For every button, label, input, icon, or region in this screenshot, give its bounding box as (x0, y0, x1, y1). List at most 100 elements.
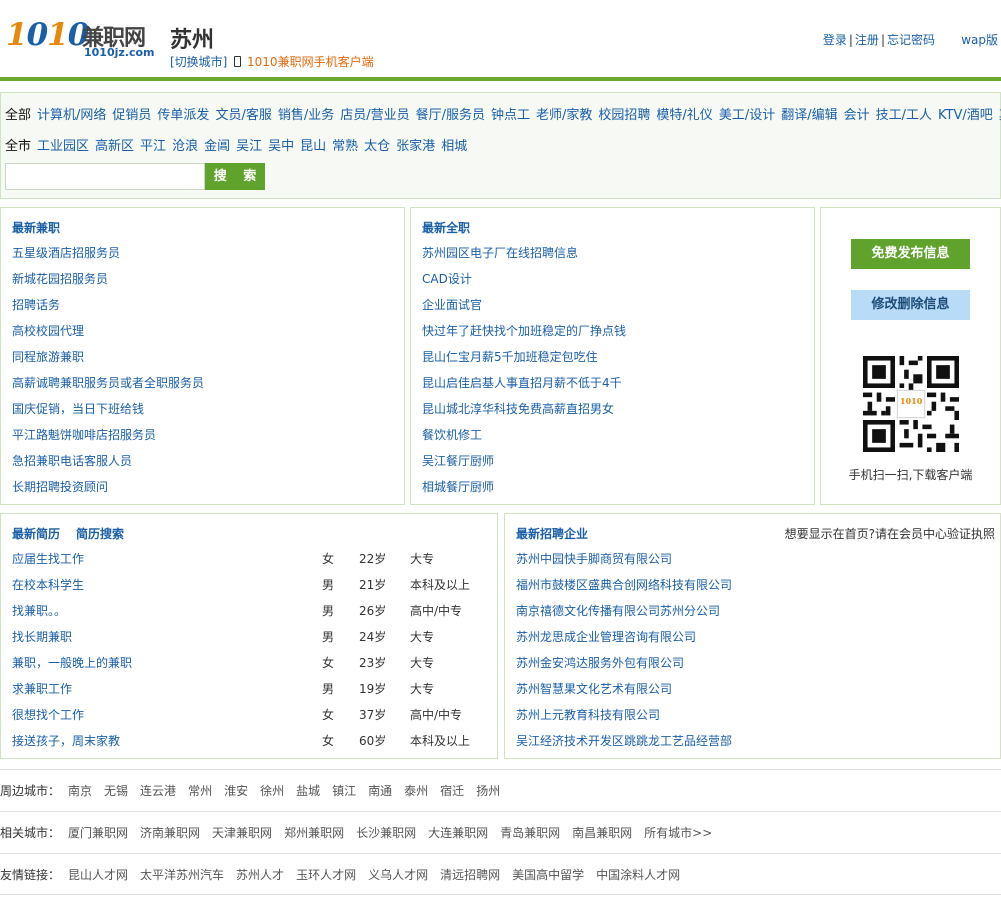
category-item[interactable]: 销售/业务 (278, 108, 334, 123)
area-item[interactable]: 工业园区 (37, 139, 89, 154)
category-item[interactable]: KTV/酒吧 (938, 108, 993, 123)
table-row[interactable]: 求兼职工作 男 19岁 大专 (12, 681, 492, 707)
friend-link[interactable]: 义乌人才网 (368, 868, 428, 882)
table-row[interactable]: 兼职，一般晚上的兼职 女 23岁 大专 (12, 655, 492, 681)
list-item[interactable]: 福州市鼓楼区盛典合创网络科技有限公司 (516, 577, 732, 603)
area-item[interactable]: 张家港 (396, 139, 435, 154)
category-item[interactable]: 促销员 (112, 108, 151, 123)
category-item[interactable]: 老师/家教 (536, 108, 592, 123)
nearby-city-link[interactable]: 南京 (68, 784, 92, 798)
latest-resumes-title[interactable]: 最新简历 (12, 525, 60, 542)
nearby-city-link[interactable]: 扬州 (476, 784, 500, 798)
resume-title[interactable]: 兼职，一般晚上的兼职 (12, 655, 132, 671)
friend-link[interactable]: 苏州人才 (236, 868, 284, 882)
friend-link[interactable]: 美国高中留学 (512, 868, 584, 882)
area-item[interactable]: 吴中 (268, 139, 294, 154)
table-row[interactable]: 接送孩子，周末家教 女 60岁 本科及以上 (12, 733, 492, 759)
area-item[interactable]: 昆山 (300, 139, 326, 154)
nearby-city-link[interactable]: 泰州 (404, 784, 428, 798)
table-row[interactable]: 应届生找工作 女 22岁 大专 (12, 551, 492, 577)
list-item[interactable]: 招聘话务 (12, 297, 204, 323)
list-item[interactable]: 南京禧德文化传播有限公司苏州分公司 (516, 603, 732, 629)
list-item[interactable]: 高薪诚聘兼职服务员或者全职服务员 (12, 375, 204, 401)
related-city-link[interactable]: 厦门兼职网 (68, 826, 128, 840)
latest-companies-title[interactable]: 最新招聘企业 (516, 525, 588, 542)
nearby-city-link[interactable]: 徐州 (260, 784, 284, 798)
list-item[interactable]: 苏州中园快手脚商贸有限公司 (516, 551, 732, 577)
category-item[interactable]: 钟点工 (491, 108, 530, 123)
nearby-city-link[interactable]: 宿迁 (440, 784, 464, 798)
nearby-city-link[interactable]: 连云港 (140, 784, 176, 798)
nearby-city-link[interactable]: 常州 (188, 784, 212, 798)
category-item[interactable]: 餐厅/服务员 (416, 108, 485, 123)
list-item[interactable]: 苏州园区电子厂在线招聘信息 (422, 245, 626, 271)
related-city-link[interactable]: 南昌兼职网 (572, 826, 632, 840)
search-button[interactable]: 搜 索 (205, 163, 265, 190)
list-item[interactable]: 长期招聘投资顾问 (12, 479, 204, 505)
related-city-link[interactable]: 郑州兼职网 (284, 826, 344, 840)
list-item[interactable]: 苏州智慧果文化艺术有限公司 (516, 681, 732, 707)
resume-title[interactable]: 找兼职。。 (12, 603, 66, 619)
area-item[interactable]: 高新区 (95, 139, 134, 154)
nearby-city-link[interactable]: 盐城 (296, 784, 320, 798)
friend-link[interactable]: 清远招聘网 (440, 868, 500, 882)
list-item[interactable]: 昆山城北淳华科技免费高薪直招男女 (422, 401, 626, 427)
table-row[interactable]: 在校本科学生 男 21岁 本科及以上 (12, 577, 492, 603)
area-item[interactable]: 全市 (5, 139, 31, 154)
resume-search-link[interactable]: 简历搜索 (76, 525, 124, 542)
area-item[interactable]: 相城 (441, 139, 467, 154)
category-item[interactable]: 技工/工人 (876, 108, 932, 123)
resume-title[interactable]: 找长期兼职 (12, 629, 72, 645)
all-cities-link[interactable]: 所有城市>> (644, 826, 712, 840)
category-item[interactable]: 文员/客服 (215, 108, 271, 123)
friend-link[interactable]: 太平洋苏州汽车 (140, 868, 224, 882)
area-item[interactable]: 太仓 (364, 139, 390, 154)
area-item[interactable]: 金阊 (204, 139, 230, 154)
resume-title[interactable]: 求兼职工作 (12, 681, 72, 697)
list-item[interactable]: 吴江经济技术开发区跳跳龙工艺品经营部 (516, 733, 732, 759)
category-item[interactable]: 传单派发 (157, 108, 209, 123)
resume-title[interactable]: 在校本科学生 (12, 577, 84, 593)
resume-title[interactable]: 很想找个工作 (12, 707, 84, 723)
related-city-link[interactable]: 济南兼职网 (140, 826, 200, 840)
friend-link[interactable]: 玉环人才网 (296, 868, 356, 882)
register-link[interactable]: 注册 (855, 33, 879, 47)
category-item[interactable]: 计算机/网络 (37, 108, 106, 123)
list-item[interactable]: 高校校园代理 (12, 323, 204, 349)
list-item[interactable]: 五星级酒店招服务员 (12, 245, 204, 271)
list-item[interactable]: 国庆促销，当日下班给钱 (12, 401, 204, 427)
forgot-password-link[interactable]: 忘记密码 (887, 33, 935, 47)
nearby-city-link[interactable]: 淮安 (224, 784, 248, 798)
category-item[interactable]: 美工/设计 (719, 108, 775, 123)
list-item[interactable]: 苏州龙思成企业管理咨询有限公司 (516, 629, 732, 655)
mobile-client-link[interactable]: 1010兼职网手机客户端 (247, 55, 374, 69)
latest-fulltime-title[interactable]: 最新全职 (422, 219, 470, 236)
area-item[interactable]: 吴江 (236, 139, 262, 154)
category-item[interactable]: 模特/礼仪 (656, 108, 712, 123)
category-item[interactable]: 校园招聘 (598, 108, 650, 123)
friend-link[interactable]: 中国涂料人才网 (596, 868, 680, 882)
list-item[interactable]: 急招兼职电话客服人员 (12, 453, 204, 479)
table-row[interactable]: 找兼职。。 男 26岁 高中/中专 (12, 603, 492, 629)
edit-delete-button[interactable]: 修改删除信息 (851, 290, 970, 320)
search-input[interactable] (5, 163, 205, 190)
login-link[interactable]: 登录 (823, 33, 847, 47)
list-item[interactable]: 同程旅游兼职 (12, 349, 204, 375)
table-row[interactable]: 很想找个工作 女 37岁 高中/中专 (12, 707, 492, 733)
related-city-link[interactable]: 天津兼职网 (212, 826, 272, 840)
verify-license-note[interactable]: 想要显示在首页?请在会员中心验证执照 (785, 525, 995, 542)
related-city-link[interactable]: 长沙兼职网 (356, 826, 416, 840)
latest-parttime-title[interactable]: 最新兼职 (12, 219, 60, 236)
list-item[interactable]: 平江路魁饼咖啡店招服务员 (12, 427, 204, 453)
list-item[interactable]: 相城餐厅厨师 (422, 479, 626, 505)
list-item[interactable]: 企业面试官 (422, 297, 626, 323)
area-item[interactable]: 常熟 (332, 139, 358, 154)
list-item[interactable]: 餐饮机修工 (422, 427, 626, 453)
friend-link[interactable]: 昆山人才网 (68, 868, 128, 882)
publish-button[interactable]: 免费发布信息 (851, 239, 970, 269)
area-item[interactable]: 沧浪 (172, 139, 198, 154)
resume-title[interactable]: 应届生找工作 (12, 551, 84, 567)
nearby-city-link[interactable]: 南通 (368, 784, 392, 798)
list-item[interactable]: 苏州上元教育科技有限公司 (516, 707, 732, 733)
wap-link[interactable]: wap版 (961, 31, 998, 48)
